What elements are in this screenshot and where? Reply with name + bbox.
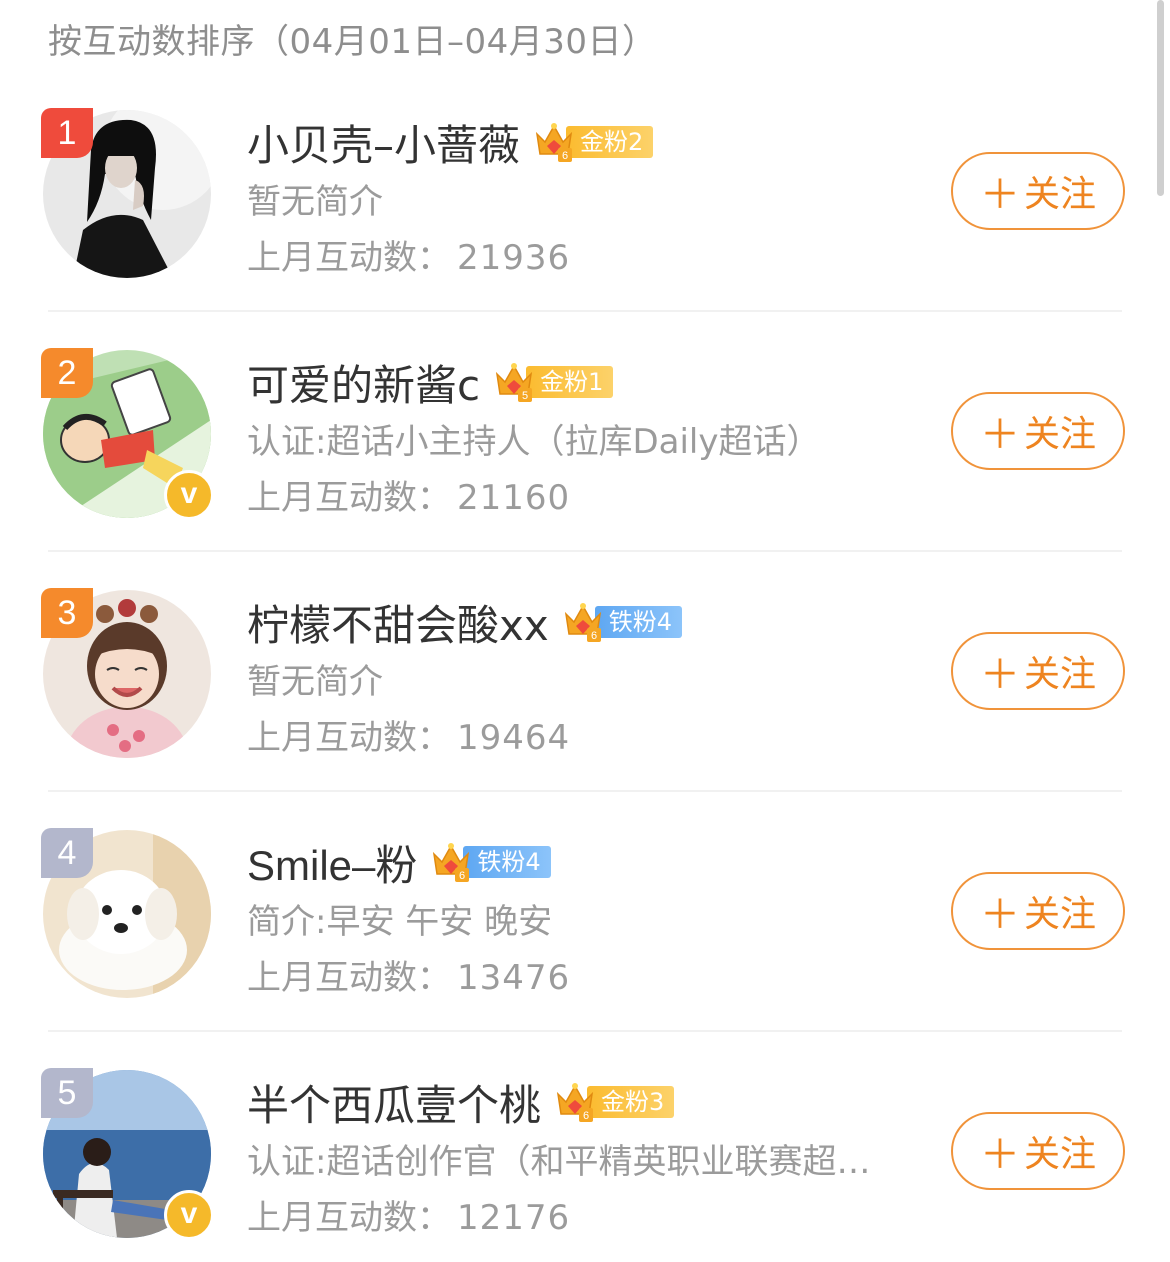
page-title: 按互动数排序（04月01日–04月30日） <box>48 22 657 62</box>
user-name[interactable]: 半个西瓜壹个桃 <box>247 1072 541 1133</box>
svg-text:6: 6 <box>591 630 597 642</box>
count-value: 19464 <box>457 718 571 758</box>
verified-icon: v <box>164 470 214 520</box>
divider <box>48 790 1122 792</box>
badge-label: 金粉3 <box>587 1086 675 1118</box>
svg-text:6: 6 <box>562 150 568 162</box>
interaction-count: 上月互动数： 19464 <box>247 710 570 759</box>
list-item[interactable]: 3 柠檬不甜会酸xx 6 铁粉4 暂无简介 上月互动数： 19464 ＋ 关注 <box>0 562 1170 802</box>
list-item[interactable]: 1 小贝壳–小蔷薇 6 金粉2 暂无简介 上月互动数： 21936 ＋ 关注 <box>0 82 1170 322</box>
fan-badge: 6 金粉3 <box>555 1083 675 1122</box>
follow-label: 关注 <box>1023 1134 1096 1175</box>
divider <box>48 1030 1122 1032</box>
svg-text:6: 6 <box>459 870 465 882</box>
list-item[interactable]: 2 v 可爱的新酱c 5 金粉1 认证:超话小主持人（拉库Daily超话） 上月… <box>0 322 1170 562</box>
user-intro: 暂无简介 <box>247 662 383 702</box>
count-value: 13476 <box>457 958 571 998</box>
follow-button[interactable]: ＋ 关注 <box>951 152 1125 230</box>
crown-icon: 6 <box>564 603 601 642</box>
plus-icon: ＋ <box>979 172 1020 218</box>
count-value: 21160 <box>457 478 571 518</box>
name-line: 半个西瓜壹个桃 6 金粉3 <box>247 1072 675 1133</box>
svg-text:5: 5 <box>522 390 528 402</box>
badge-label: 金粉1 <box>526 366 614 398</box>
rank-badge: 3 <box>41 588 93 638</box>
rank-badge: 5 <box>41 1068 93 1118</box>
follow-label: 关注 <box>1023 654 1096 695</box>
count-label: 上月互动数： <box>247 238 451 278</box>
user-name[interactable]: 可爱的新酱c <box>247 352 480 413</box>
user-name[interactable]: 柠檬不甜会酸xx <box>247 592 549 653</box>
plus-icon: ＋ <box>979 1132 1020 1178</box>
user-intro: 认证:超话创作官（和平精英职业联赛超… <box>247 1142 871 1182</box>
list-item[interactable]: 5 v 半个西瓜壹个桃 6 金粉3 认证:超话创作官（和平精英职业联赛超… 上月… <box>0 1042 1170 1262</box>
follow-button[interactable]: ＋ 关注 <box>951 632 1125 710</box>
verified-icon: v <box>164 1190 214 1240</box>
name-line: Smile–粉 6 铁粉4 <box>247 832 551 892</box>
plus-icon: ＋ <box>979 412 1020 458</box>
plus-icon: ＋ <box>979 892 1020 938</box>
divider <box>48 310 1122 312</box>
name-line: 可爱的新酱c 5 金粉1 <box>247 352 614 413</box>
divider <box>48 550 1122 552</box>
count-label: 上月互动数： <box>247 478 451 518</box>
badge-label: 铁粉4 <box>463 846 551 878</box>
fan-badge: 6 铁粉4 <box>431 843 551 882</box>
interaction-count: 上月互动数： 13476 <box>247 950 570 999</box>
follow-button[interactable]: ＋ 关注 <box>951 392 1125 470</box>
crown-icon: 6 <box>535 123 573 162</box>
fan-badge: 5 金粉1 <box>494 363 614 402</box>
user-intro: 简介:早安 午安 晚安 <box>247 902 553 942</box>
badge-label: 金粉2 <box>566 126 654 158</box>
plus-icon: ＋ <box>979 652 1020 698</box>
rank-badge: 4 <box>41 828 93 878</box>
interaction-count: 上月互动数： 21936 <box>247 230 570 279</box>
crown-icon: 6 <box>433 843 470 882</box>
interaction-count: 上月互动数： 12176 <box>247 1190 570 1239</box>
follow-button[interactable]: ＋ 关注 <box>951 872 1125 950</box>
user-name[interactable]: 小贝壳–小蔷薇 <box>247 112 520 173</box>
crown-icon: 5 <box>496 363 533 402</box>
follow-label: 关注 <box>1023 414 1096 455</box>
follow-button[interactable]: ＋ 关注 <box>951 1112 1125 1190</box>
count-value: 12176 <box>457 1198 571 1238</box>
list-item[interactable]: 4 Smile–粉 6 铁粉4 简介:早安 午安 晚安 上月互动数： 13476 … <box>0 802 1170 1042</box>
user-intro: 暂无简介 <box>247 182 383 222</box>
interaction-count: 上月互动数： 21160 <box>247 470 570 519</box>
count-label: 上月互动数： <box>247 1198 451 1238</box>
fan-badge: 6 铁粉4 <box>563 603 682 642</box>
user-intro: 认证:超话小主持人（拉库Daily超话） <box>247 422 821 462</box>
rank-badge: 2 <box>41 348 93 398</box>
follow-label: 关注 <box>1023 894 1096 935</box>
svg-text:6: 6 <box>583 1110 589 1122</box>
count-value: 21936 <box>457 238 571 278</box>
count-label: 上月互动数： <box>247 958 451 998</box>
crown-icon: 6 <box>556 1083 594 1122</box>
name-line: 柠檬不甜会酸xx 6 铁粉4 <box>247 592 682 652</box>
follow-label: 关注 <box>1023 174 1096 215</box>
badge-label: 铁粉4 <box>594 606 682 638</box>
ranking-page: 按互动数排序（04月01日–04月30日） 1 小贝壳–小蔷薇 6 金粉2 暂无… <box>0 0 1170 1262</box>
count-label: 上月互动数： <box>247 718 451 758</box>
user-name[interactable]: Smile–粉 <box>247 832 417 893</box>
name-line: 小贝壳–小蔷薇 6 金粉2 <box>247 112 654 173</box>
fan-badge: 6 金粉2 <box>534 123 654 162</box>
rank-badge: 1 <box>41 108 93 158</box>
